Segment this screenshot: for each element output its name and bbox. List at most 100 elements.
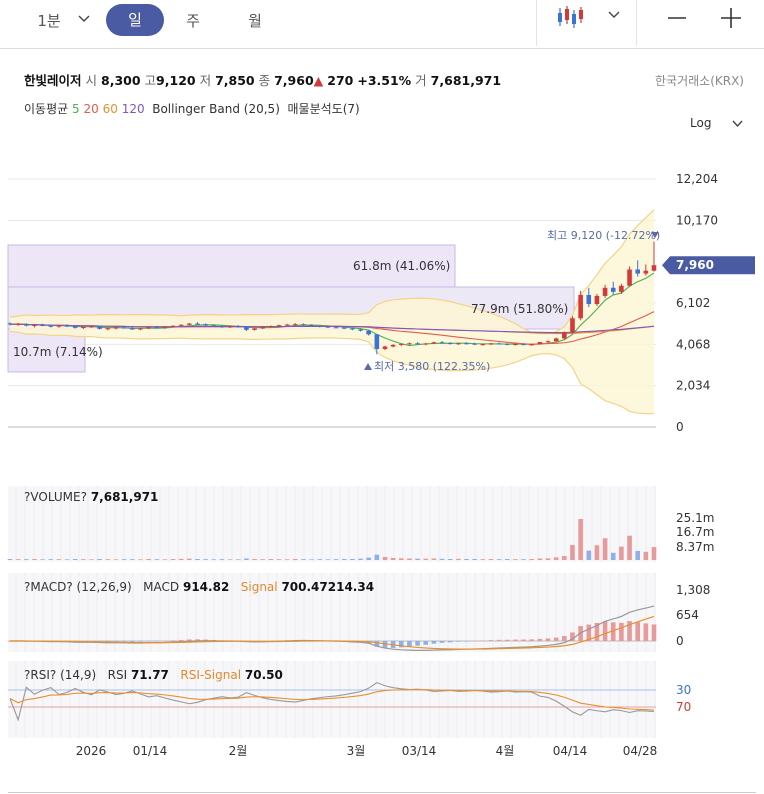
candlestick-icon[interactable]	[556, 4, 586, 30]
volume-bar	[138, 559, 143, 560]
macd-histogram-bar	[276, 640, 282, 642]
candle	[7, 323, 13, 325]
candle	[488, 343, 494, 345]
candle	[529, 344, 535, 346]
volume-bar	[293, 558, 298, 560]
candle	[341, 327, 347, 329]
volume-bar	[488, 558, 494, 560]
candle	[610, 287, 616, 292]
chart-type-chevron-icon[interactable]	[608, 10, 620, 20]
scale-select[interactable]: Log	[690, 116, 743, 130]
zoom-in-icon[interactable]	[720, 7, 742, 29]
macd-value: 914.82	[182, 580, 230, 594]
macd-histogram-bar	[513, 639, 518, 641]
candle	[203, 324, 208, 326]
price-tick-label: 4,068	[676, 337, 710, 351]
candle	[260, 327, 266, 329]
candle	[553, 338, 559, 342]
volume-bar	[651, 547, 657, 560]
volume-bar	[415, 558, 420, 560]
volume-bar	[105, 559, 111, 560]
macd-histogram-bar	[341, 641, 347, 642]
price-change: 270	[327, 73, 354, 88]
volume-bar	[154, 559, 160, 560]
candle	[545, 341, 551, 343]
open-price: 8,300	[101, 73, 141, 88]
volume-bar	[219, 559, 225, 560]
volume-bar	[146, 558, 151, 560]
volume-bar	[97, 558, 102, 560]
zoom-out-icon[interactable]	[667, 8, 687, 28]
macd-histogram-bar	[64, 641, 70, 642]
ma-60-line	[9, 323, 655, 335]
candle	[113, 327, 119, 329]
volume-value: 7,681,971	[430, 73, 502, 88]
candle	[105, 328, 111, 330]
volume-bar	[447, 558, 453, 560]
chart-toolbar: 1분 일 주 월	[0, 0, 764, 49]
volume-bar	[504, 558, 510, 560]
candle	[56, 325, 62, 327]
candle	[268, 326, 274, 328]
candle	[439, 342, 445, 344]
volume-bar	[64, 559, 70, 560]
volume-profile-label: 매물분석도(7)	[287, 102, 360, 116]
ma-5: 5	[72, 102, 80, 116]
rsi-line	[9, 681, 655, 722]
volume-bar	[113, 559, 119, 560]
macd-tick-label: 0	[676, 634, 684, 648]
macd-histogram-bar	[195, 639, 200, 641]
volume-bar	[423, 558, 429, 560]
candle	[423, 343, 429, 345]
tab-month[interactable]: 월	[240, 6, 270, 36]
candle	[431, 342, 437, 344]
macd-histogram-bar	[488, 640, 494, 641]
rsi-signal-line	[9, 689, 655, 711]
tab-week[interactable]: 주	[178, 6, 208, 36]
rsi-panel-title: ?RSI? (14,9) RSI 71.77 RSI-Signal 70.50	[24, 668, 283, 682]
ma-60: 60	[102, 102, 118, 116]
macd-histogram-bar	[154, 641, 160, 642]
chevron-down-icon[interactable]	[78, 14, 90, 24]
current-price-label: 7,960	[676, 258, 714, 272]
macd-histogram-bar	[374, 641, 380, 647]
volume-bar	[521, 559, 526, 560]
x-axis-label: 04/28	[623, 744, 658, 758]
ma-120-line	[9, 323, 655, 334]
period-high-label: 최고 9,120 (-12.72%)	[547, 229, 660, 242]
price-change-pct: +3.51%	[357, 73, 412, 88]
candle	[521, 344, 526, 346]
macd-histogram-bar	[521, 639, 526, 641]
candle	[235, 326, 241, 328]
macd-histogram-bar	[24, 641, 29, 642]
x-axis-label: 2월	[229, 744, 248, 758]
x-axis-label: 01/14	[133, 744, 168, 758]
rsi-tick-label: 30	[676, 683, 691, 697]
volume-bar	[244, 558, 249, 560]
volume-bar	[129, 559, 135, 560]
candle	[594, 295, 600, 305]
candle	[537, 342, 543, 345]
candle	[578, 294, 583, 319]
volume-bar	[513, 559, 518, 560]
volume-bar	[121, 559, 127, 560]
close-price: 7,960	[274, 73, 314, 88]
volume-bar	[358, 558, 363, 560]
candle	[643, 270, 649, 274]
candle	[276, 325, 282, 327]
bollinger-band-fill	[10, 209, 654, 414]
macd-histogram-bar	[113, 641, 119, 642]
volume-bar	[203, 559, 208, 560]
interval-select[interactable]: 1분	[26, 6, 72, 36]
volume-profile-bar	[7, 244, 456, 288]
candle	[301, 324, 306, 326]
volume-profile-label: 61.8m (41.06%)	[353, 259, 450, 273]
macd-histogram-bar	[635, 622, 640, 641]
volume-bar	[284, 559, 290, 560]
rsi-value: 71.77	[130, 668, 169, 682]
tab-day[interactable]: 일	[106, 4, 164, 36]
macd-histogram-bar	[138, 641, 143, 642]
volume-bar	[162, 559, 168, 560]
volume-bar	[276, 559, 282, 560]
macd-histogram-bar	[496, 639, 502, 641]
